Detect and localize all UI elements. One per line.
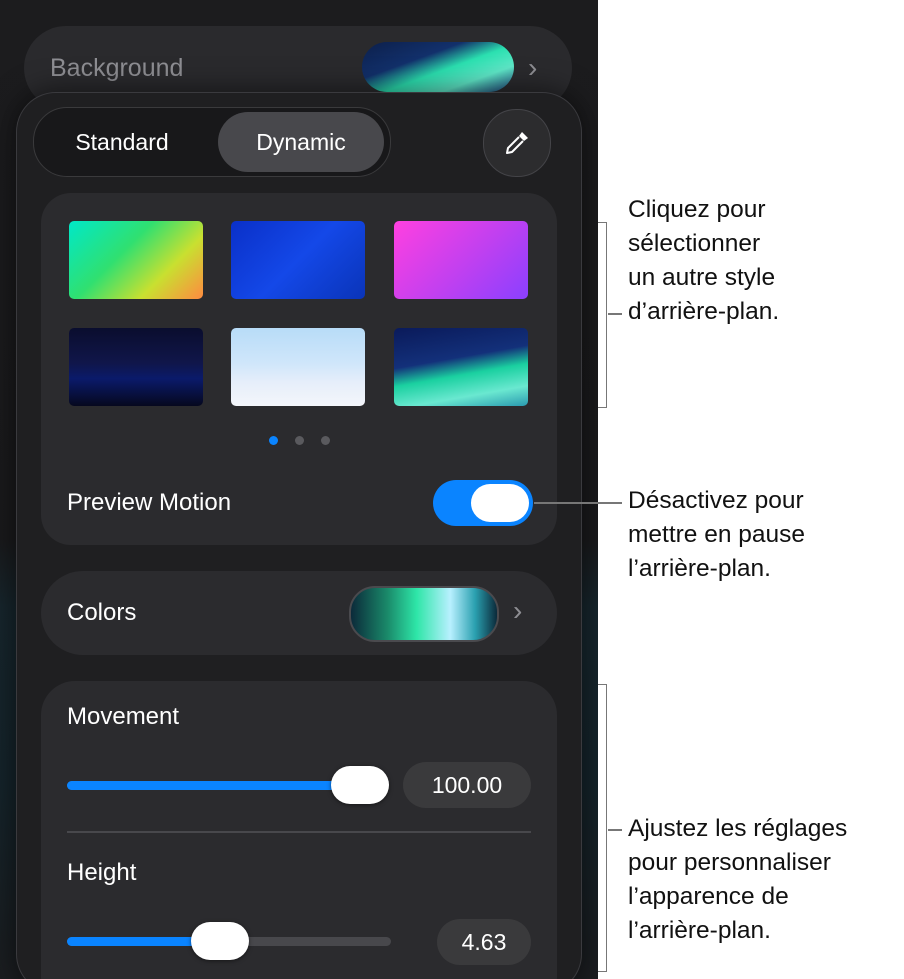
segment-dynamic[interactable]: Dynamic bbox=[218, 112, 384, 172]
callout-line: Cliquez pour bbox=[628, 196, 766, 223]
background-popover: Standard Dynamic Preview Motion Colors ›… bbox=[16, 92, 582, 979]
preview-motion-toggle[interactable] bbox=[433, 480, 533, 526]
app-window: Background › Standard Dynamic Preview Mo… bbox=[0, 0, 598, 979]
color-picker-button[interactable] bbox=[483, 109, 551, 177]
callout-line: Désactivez pour bbox=[628, 487, 804, 514]
height-value-field[interactable]: 4.63 bbox=[437, 919, 531, 965]
toggle-knob bbox=[471, 484, 529, 522]
colors-row[interactable]: Colors › bbox=[41, 571, 557, 655]
background-label: Background bbox=[50, 54, 184, 82]
adjust-callout: Ajustez les réglages pour personnaliser … bbox=[628, 812, 847, 948]
chevron-right-icon: › bbox=[528, 52, 538, 83]
segment-standard[interactable]: Standard bbox=[42, 112, 202, 172]
adjustments-card: Movement 100.00 Height 4.63 bbox=[41, 681, 557, 979]
callout-line: sélectionner bbox=[628, 230, 761, 257]
callout-line: d’arrière-plan. bbox=[628, 298, 780, 325]
movement-value-field[interactable]: 100.00 bbox=[403, 762, 531, 808]
style-swatch[interactable] bbox=[394, 328, 528, 406]
colors-label: Colors bbox=[67, 599, 137, 626]
callout-line: un autre style bbox=[628, 264, 776, 291]
toggle-leader-line bbox=[534, 502, 622, 504]
divider bbox=[67, 831, 531, 833]
height-slider[interactable] bbox=[67, 922, 391, 960]
background-type-segmented-control: Standard Dynamic bbox=[33, 107, 391, 177]
callout-line: l’arrière-plan. bbox=[628, 917, 771, 944]
movement-label: Movement bbox=[67, 703, 180, 730]
page-dot[interactable] bbox=[321, 436, 330, 445]
styles-bracket bbox=[598, 222, 607, 408]
styles-leader-line bbox=[608, 313, 622, 315]
adjust-leader-line bbox=[608, 829, 622, 831]
movement-slider-thumb[interactable] bbox=[331, 766, 389, 804]
eyedropper-icon bbox=[506, 132, 528, 154]
callout-line: pour personnaliser bbox=[628, 849, 831, 876]
height-slider-thumb[interactable] bbox=[191, 922, 249, 960]
chevron-right-icon: › bbox=[513, 595, 523, 626]
callout-line: l’arrière-plan. bbox=[628, 555, 771, 582]
style-swatch[interactable] bbox=[231, 328, 365, 406]
preview-motion-label: Preview Motion bbox=[67, 489, 232, 516]
adjust-bracket bbox=[598, 684, 607, 972]
page-dot[interactable] bbox=[295, 436, 304, 445]
callout-line: mettre en pause bbox=[628, 521, 806, 548]
style-swatch[interactable] bbox=[69, 328, 203, 406]
movement-slider[interactable] bbox=[67, 766, 389, 804]
style-swatch[interactable] bbox=[394, 221, 528, 299]
callout-line: Ajustez les réglages bbox=[628, 815, 848, 842]
movement-slider-fill bbox=[67, 781, 363, 790]
page-indicator[interactable] bbox=[269, 436, 333, 446]
page-dot[interactable] bbox=[269, 436, 278, 445]
background-thumbnail bbox=[362, 42, 514, 92]
toggle-callout: Désactivez pour mettre en pause l’arrièr… bbox=[628, 484, 805, 586]
background-styles-card: Preview Motion bbox=[41, 193, 557, 545]
colors-gradient-preview bbox=[349, 586, 499, 642]
style-swatch[interactable] bbox=[231, 221, 365, 299]
callout-line: l’apparence de bbox=[628, 883, 789, 910]
style-swatch[interactable] bbox=[69, 221, 203, 299]
styles-callout: Cliquez pour sélectionner un autre style… bbox=[628, 193, 779, 329]
height-label: Height bbox=[67, 859, 137, 886]
